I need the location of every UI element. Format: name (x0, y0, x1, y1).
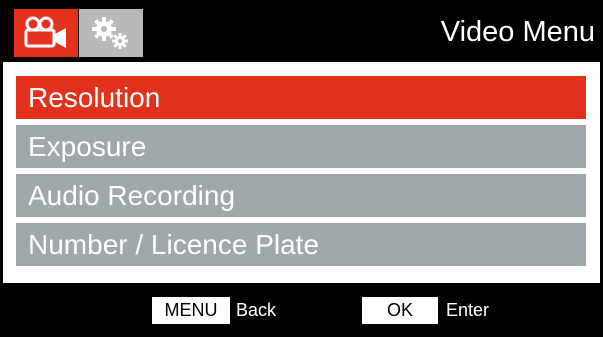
dashcam-screen: Video Menu Resolution Exposure Audio Rec… (0, 0, 603, 337)
tab-settings[interactable] (79, 9, 143, 57)
video-camera-icon (24, 16, 66, 48)
menu-list: Resolution Exposure Audio Recording Numb… (16, 76, 586, 272)
enter-label: Enter (446, 300, 490, 320)
header-bar: Video Menu (0, 0, 603, 62)
tab-video[interactable] (14, 9, 78, 57)
menu-item-audio-recording[interactable]: Audio Recording (16, 174, 586, 217)
back-label: Back (236, 300, 277, 320)
menu-key-button[interactable]: MENU (152, 297, 230, 324)
gears-icon (92, 17, 128, 49)
frame-left (0, 62, 3, 283)
menu-item-resolution[interactable]: Resolution (16, 76, 586, 119)
footer-bar: MENU Back OK Enter (0, 283, 603, 337)
menu-item-exposure[interactable]: Exposure (16, 125, 586, 168)
ok-key-button[interactable]: OK (362, 297, 438, 324)
menu-item-licence-plate[interactable]: Number / Licence Plate (16, 223, 586, 266)
page-title: Video Menu (440, 16, 595, 48)
